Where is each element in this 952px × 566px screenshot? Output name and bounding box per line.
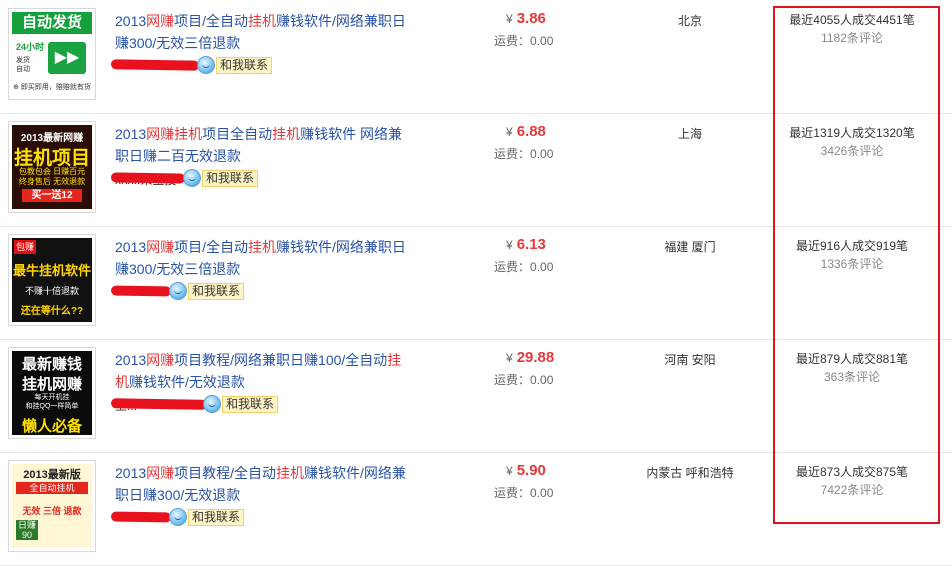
contact-me-button[interactable]: 和我联系 xyxy=(216,56,273,74)
seller-location: 河南 安阳 xyxy=(664,353,716,367)
title-segment: 项目/全自动 xyxy=(174,13,249,29)
shipping-value: 0.00 xyxy=(530,486,554,500)
price: ¥6.13 xyxy=(506,236,546,253)
product-image: 2013最新版 全自动挂机 无效 三倍 退款 日赚 90 xyxy=(12,464,92,548)
price: ¥3.86 xyxy=(506,10,546,27)
product-thumbnail[interactable]: 2013最新网赚 挂机项目 包教包会 日赚百元 终身售后 无效退款 买一送12 xyxy=(8,121,96,213)
title-segment: 项目教程/网络兼职日赚100/全自动 xyxy=(174,352,388,368)
seller-name[interactable] xyxy=(110,510,172,524)
thumb-text: 自动发货 xyxy=(12,12,92,34)
title-segment: 2013 xyxy=(115,13,147,29)
product-thumbnail[interactable]: 最新赚钱 挂机网赚 每天开机挂 和挂QQ一样简单 懒人必备 xyxy=(8,347,96,439)
price-value: 5.90 xyxy=(516,462,546,479)
contact-me-button[interactable]: 和我联系 xyxy=(202,169,259,187)
shipping-label: 运费： xyxy=(494,260,531,274)
wangwang-chat-icon[interactable] xyxy=(169,508,187,526)
title-segment: 2013 xyxy=(115,239,147,255)
product-title-link[interactable]: 2013网赚挂机项目全自动挂机赚钱软件 网络兼职日赚二百无效退款 xyxy=(115,123,415,167)
redaction-scribble xyxy=(110,59,200,71)
seller-info: ih....888006 和我联系 xyxy=(110,56,273,74)
price: ¥29.88 xyxy=(506,349,554,366)
product-title-link[interactable]: 2013网赚项目教程/全自动挂机赚钱软件/网络兼职日赚300/无效退款 xyxy=(115,462,415,506)
yen-symbol: ¥ xyxy=(506,464,513,478)
title-segment: 挂机 xyxy=(272,126,301,142)
wangwang-chat-icon[interactable] xyxy=(203,395,221,413)
title-segment: 赚钱软件/无效退款 xyxy=(129,374,245,390)
contact-me-button[interactable]: 和我联系 xyxy=(222,395,279,413)
title-segment: 挂机 xyxy=(248,239,277,255)
shipping-value: 0.00 xyxy=(530,34,554,48)
seller-name[interactable]: 上... xyxy=(110,397,208,413)
shipping-value: 0.00 xyxy=(530,147,554,161)
sales-column-highlight xyxy=(773,6,940,524)
seller-name[interactable]: xhx..采宝技 xyxy=(110,171,186,187)
redaction-scribble xyxy=(110,511,172,523)
title-segment: 网赚 xyxy=(146,13,175,29)
redaction-scribble xyxy=(110,285,172,297)
title-segment: 挂机 xyxy=(174,126,203,142)
title-segment: 网赚 xyxy=(146,465,175,481)
shipping-fee: 运费：0.00 xyxy=(494,258,553,275)
redaction-scribble xyxy=(110,172,186,184)
product-thumbnail[interactable]: 2013最新版 全自动挂机 无效 三倍 退款 日赚 90 xyxy=(8,460,96,552)
price: ¥5.90 xyxy=(506,462,546,479)
shipping-label: 运费： xyxy=(494,34,531,48)
title-segment: 网赚 xyxy=(146,352,175,368)
shipping-fee: 运费：0.00 xyxy=(494,484,553,501)
seller-location: 福建 厦门 xyxy=(664,240,716,254)
product-thumbnail[interactable]: 自动发货 24小时 发货 自动 ▶▶ ⊕ 即买即用，赔赔就有货 xyxy=(8,8,96,100)
yen-symbol: ¥ xyxy=(506,12,513,26)
seller-info: xhx..采宝技 和我联系 xyxy=(110,169,259,187)
shipping-label: 运费： xyxy=(494,486,531,500)
title-segment: 项目/全自动 xyxy=(174,239,249,255)
contact-me-button[interactable]: 和我联系 xyxy=(188,282,245,300)
wangwang-chat-icon[interactable] xyxy=(183,169,201,187)
price: ¥6.88 xyxy=(506,123,546,140)
title-segment: 项目教程/全自动 xyxy=(174,465,277,481)
title-segment: 网赚 xyxy=(146,126,175,142)
price-value: 3.86 xyxy=(516,10,546,27)
product-image: 2013最新网赚 挂机项目 包教包会 日赚百元 终身售后 无效退款 买一送12 xyxy=(12,125,92,209)
shipping-fee: 运费：0.00 xyxy=(494,371,553,388)
wangwang-chat-icon[interactable] xyxy=(197,56,215,74)
product-image: 最新赚钱 挂机网赚 每天开机挂 和挂QQ一样简单 懒人必备 xyxy=(12,351,92,435)
shipping-label: 运费： xyxy=(494,373,531,387)
shipping-fee: 运费：0.00 xyxy=(494,145,553,162)
wangwang-chat-icon[interactable] xyxy=(169,282,187,300)
seller-info: 和我联系 xyxy=(110,508,245,526)
price-value: 6.13 xyxy=(516,236,546,253)
title-segment: 2013 xyxy=(115,126,147,142)
shipping-value: 0.00 xyxy=(530,373,554,387)
seller-location: 上海 xyxy=(677,127,702,141)
shipping-value: 0.00 xyxy=(530,260,554,274)
product-image: 包赚 最牛挂机软件 不赚十倍退款 还在等什么?? xyxy=(12,238,92,322)
product-thumbnail[interactable]: 包赚 最牛挂机软件 不赚十倍退款 还在等什么?? xyxy=(8,234,96,326)
yen-symbol: ¥ xyxy=(506,125,513,139)
seller-location: 北京 xyxy=(677,14,702,28)
redaction-scribble xyxy=(110,398,208,410)
product-title-link[interactable]: 2013网赚项目教程/网络兼职日赚100/全自动挂机赚钱软件/无效退款 xyxy=(115,349,415,393)
title-segment: 挂机 xyxy=(276,465,305,481)
title-segment: 2013 xyxy=(115,352,147,368)
seller-name[interactable]: ih....888006 xyxy=(110,58,200,72)
shipping-label: 运费： xyxy=(494,147,531,161)
product-title-link[interactable]: 2013网赚项目/全自动挂机赚钱软件/网络兼职日赚300/无效三倍退款 xyxy=(115,10,415,54)
title-segment: 2013 xyxy=(115,465,147,481)
price-value: 29.88 xyxy=(516,349,555,366)
contact-me-button[interactable]: 和我联系 xyxy=(188,508,245,526)
seller-info: 上... 和我联系 xyxy=(110,395,279,413)
seller-name[interactable] xyxy=(110,284,172,298)
yen-symbol: ¥ xyxy=(506,238,513,252)
title-segment: 网赚 xyxy=(146,239,175,255)
yen-symbol: ¥ xyxy=(506,351,513,365)
title-segment: 挂机 xyxy=(248,13,277,29)
product-title-link[interactable]: 2013网赚项目/全自动挂机赚钱软件/网络兼职日赚300/无效三倍退款 xyxy=(115,236,415,280)
price-value: 6.88 xyxy=(516,123,546,140)
seller-info: 和我联系 xyxy=(110,282,245,300)
seller-location: 内蒙古 呼和浩特 xyxy=(646,466,734,480)
title-segment: 项目全自动 xyxy=(202,126,273,142)
shipping-fee: 运费：0.00 xyxy=(494,32,553,49)
product-image: 自动发货 24小时 发货 自动 ▶▶ ⊕ 即买即用，赔赔就有货 xyxy=(12,12,92,91)
